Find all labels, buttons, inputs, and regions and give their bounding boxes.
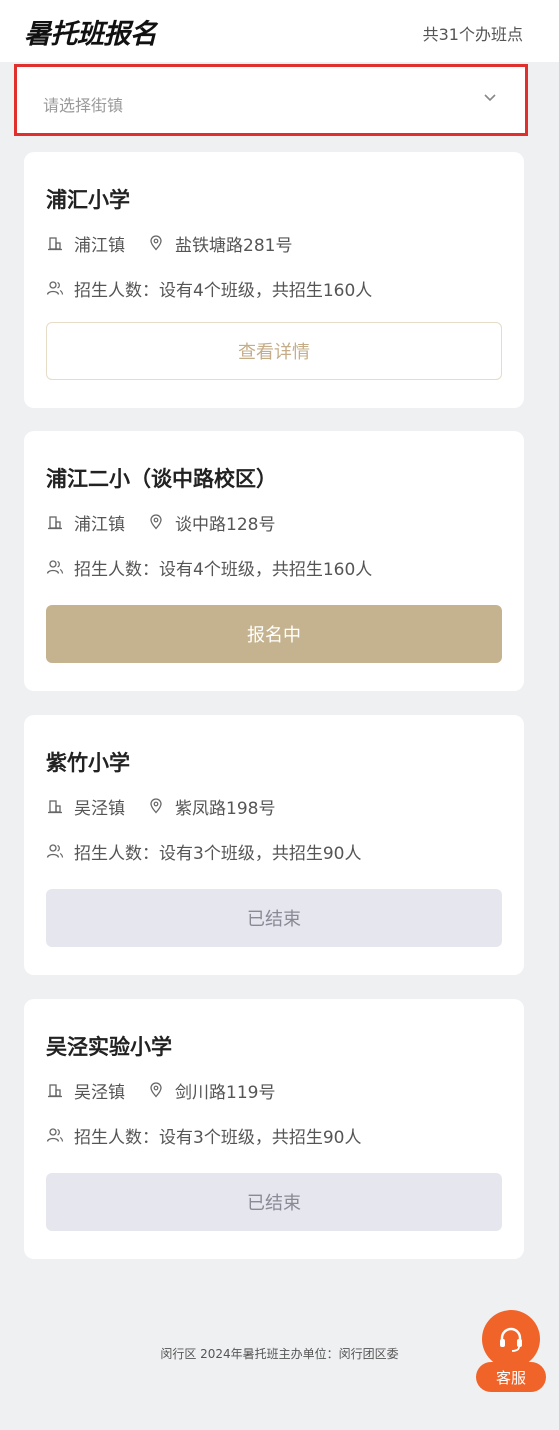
school-address: 紫凤路198号 xyxy=(175,798,276,819)
building-icon xyxy=(46,1081,64,1099)
school-address: 谈中路128号 xyxy=(175,514,276,535)
header: 暑托班报名 共31个办班点 xyxy=(0,0,559,62)
view-details-button[interactable]: 查看详情 xyxy=(46,322,502,380)
location-row: 浦江镇 盐铁塘路281号 xyxy=(46,232,293,256)
enrollment-info: 招生人数：设有4个班级，共招生160人 xyxy=(74,280,373,301)
people-icon xyxy=(46,842,64,860)
town-name: 吴泾镇 xyxy=(74,798,125,819)
location-pin-icon xyxy=(147,513,165,531)
chevron-down-icon xyxy=(484,94,496,102)
town-name: 浦江镇 xyxy=(74,235,125,256)
school-name: 紫竹小学 xyxy=(46,751,130,775)
people-icon xyxy=(46,1126,64,1144)
building-icon xyxy=(46,797,64,815)
people-icon xyxy=(46,558,64,576)
location-row: 浦江镇 谈中路128号 xyxy=(46,511,276,535)
school-card: 紫竹小学 吴泾镇 紫凤路198号 招生人数：设有3个班级，共招生90人 已结束 xyxy=(24,715,524,975)
town-select[interactable]: 请选择街镇 xyxy=(14,64,528,136)
school-address: 盐铁塘路281号 xyxy=(175,235,293,256)
site-count: 共31个办班点 xyxy=(422,25,523,44)
ended-button[interactable]: 已结束 xyxy=(46,1173,502,1231)
town-name: 吴泾镇 xyxy=(74,1082,125,1103)
school-name: 浦汇小学 xyxy=(46,188,130,212)
enrollment-row: 招生人数：设有4个班级，共招生160人 xyxy=(46,277,373,301)
school-address: 剑川路119号 xyxy=(175,1082,276,1103)
location-pin-icon xyxy=(147,1081,165,1099)
enrollment-row: 招生人数：设有3个班级，共招生90人 xyxy=(46,1124,362,1148)
enrollment-info: 招生人数：设有3个班级，共招生90人 xyxy=(74,1127,362,1148)
location-pin-icon xyxy=(147,234,165,252)
location-pin-icon xyxy=(147,797,165,815)
enrollment-info: 招生人数：设有3个班级，共招生90人 xyxy=(74,843,362,864)
customer-service-label: 客服 xyxy=(476,1362,546,1392)
people-icon xyxy=(46,279,64,297)
town-name: 浦江镇 xyxy=(74,514,125,535)
enrollment-row: 招生人数：设有3个班级，共招生90人 xyxy=(46,840,362,864)
ended-button[interactable]: 已结束 xyxy=(46,889,502,947)
school-card: 浦江二小（谈中路校区） 浦江镇 谈中路128号 招生人数：设有4个班级，共招生1… xyxy=(24,431,524,691)
town-select-placeholder: 请选择街镇 xyxy=(43,96,124,115)
customer-service-button[interactable]: 客服 xyxy=(476,1310,548,1396)
headset-icon xyxy=(482,1310,540,1368)
building-icon xyxy=(46,513,64,531)
register-button[interactable]: 报名中 xyxy=(46,605,502,663)
school-card: 浦汇小学 浦江镇 盐铁塘路281号 招生人数：设有4个班级，共招生160人 查看… xyxy=(24,152,524,408)
building-icon xyxy=(46,234,64,252)
enrollment-row: 招生人数：设有4个班级，共招生160人 xyxy=(46,556,373,580)
school-name: 吴泾实验小学 xyxy=(46,1035,172,1059)
page-title: 暑托班报名 xyxy=(24,19,157,50)
location-row: 吴泾镇 剑川路119号 xyxy=(46,1079,276,1103)
enrollment-info: 招生人数：设有4个班级，共招生160人 xyxy=(74,559,373,580)
location-row: 吴泾镇 紫凤路198号 xyxy=(46,795,276,819)
school-card: 吴泾实验小学 吴泾镇 剑川路119号 招生人数：设有3个班级，共招生90人 已结… xyxy=(24,999,524,1259)
school-name: 浦江二小（谈中路校区） xyxy=(46,467,277,491)
